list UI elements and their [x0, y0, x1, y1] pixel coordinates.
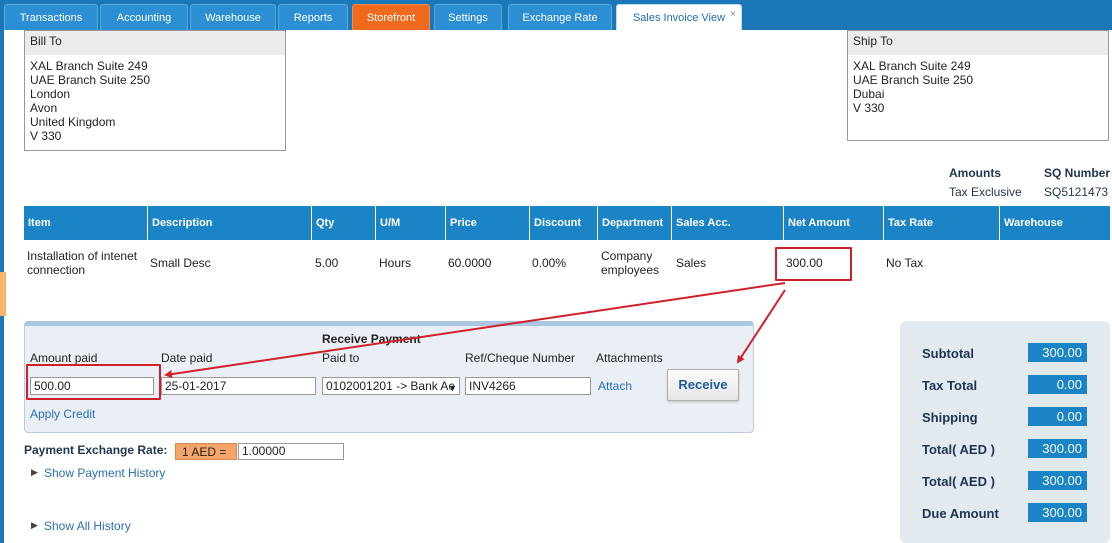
- paid-to-select[interactable]: 0102001201 -> Bank Ac ▼: [322, 377, 460, 395]
- tax-total-value: 0.00: [1028, 375, 1087, 394]
- due-amount-label: Due Amount: [922, 506, 999, 521]
- column-header-tax-rate: Tax Rate: [884, 206, 1000, 240]
- cell-description: Small Desc: [150, 256, 211, 270]
- tab-exchange-rate[interactable]: Exchange Rate: [508, 4, 612, 30]
- bill-to-title: Bill To: [25, 31, 285, 55]
- total-aed-label: Total( AED ): [922, 442, 995, 457]
- paid-to-label: Paid to: [322, 351, 360, 365]
- tab-transactions[interactable]: Transactions: [4, 4, 98, 30]
- column-header-department: Department: [598, 206, 672, 240]
- tab-reports[interactable]: Reports: [278, 4, 348, 30]
- receive-payment-title: Receive Payment: [322, 332, 421, 346]
- attachments-label: Attachments: [596, 351, 663, 365]
- date-paid-label: Date paid: [161, 351, 213, 365]
- amount-paid-label: Amount paid: [30, 351, 98, 365]
- column-header-discount: Discount: [530, 206, 598, 240]
- tab-bar: Transactions Accounting Warehouse Report…: [0, 0, 1112, 30]
- address-line: UAE Branch Suite 250: [853, 73, 974, 87]
- side-panel-handle[interactable]: [0, 272, 6, 316]
- column-header-qty: Qty: [312, 206, 376, 240]
- tab-sales-invoice-view[interactable]: Sales Invoice View ×: [616, 4, 742, 30]
- totals-panel: Subtotal 300.00 Tax Total 0.00 Shipping …: [900, 321, 1110, 543]
- column-header-warehouse: Warehouse: [1004, 217, 1063, 229]
- triangle-right-icon: ▶: [31, 467, 38, 477]
- chevron-down-icon: ▼: [448, 383, 457, 393]
- amounts-label: Amounts: [949, 166, 1001, 180]
- subtotal-value: 300.00: [1028, 343, 1087, 362]
- cell-item: Installation of intenet connection: [27, 249, 138, 277]
- ship-to-address: XAL Branch Suite 249 UAE Branch Suite 25…: [848, 55, 1108, 115]
- total-aed-value: 300.00: [1028, 439, 1087, 458]
- triangle-right-icon: ▶: [31, 520, 38, 530]
- cell-tax-rate: No Tax: [886, 256, 924, 270]
- address-line: Dubai: [853, 87, 885, 101]
- sq-number-label: SQ Number: [1044, 166, 1111, 180]
- attach-link[interactable]: Attach: [598, 379, 632, 393]
- address-line: London: [30, 87, 71, 101]
- address-line: UAE Branch Suite 250: [30, 73, 151, 87]
- column-header-description: Description: [148, 206, 312, 240]
- tab-settings[interactable]: Settings: [434, 4, 502, 30]
- total-aed-label-2: Total( AED ): [922, 474, 995, 489]
- address-line: United Kingdom: [30, 115, 116, 129]
- apply-credit-link[interactable]: Apply Credit: [30, 407, 95, 421]
- net-amount-highlight: [775, 247, 852, 281]
- tax-total-label: Tax Total: [922, 378, 978, 393]
- date-paid-input[interactable]: 25-01-2017: [161, 377, 316, 395]
- address-line: V 330: [853, 101, 885, 115]
- column-header-item: Item: [24, 206, 148, 240]
- ref-cheque-input[interactable]: INV4266: [465, 377, 591, 395]
- bill-to-address: XAL Branch Suite 249 UAE Branch Suite 25…: [25, 55, 285, 143]
- amount-paid-highlight: [26, 364, 161, 400]
- shipping-value: 0.00: [1028, 407, 1087, 426]
- receive-button[interactable]: Receive: [667, 369, 739, 401]
- column-header-um: U/M: [376, 206, 446, 240]
- tab-label: Sales Invoice View: [632, 12, 726, 24]
- tab-storefront[interactable]: Storefront: [352, 4, 430, 30]
- address-line: V 330: [30, 129, 62, 143]
- shipping-label: Shipping: [922, 410, 978, 425]
- tab-accounting[interactable]: Accounting: [100, 4, 188, 30]
- column-header-price: Price: [446, 206, 530, 240]
- address-line: Avon: [30, 101, 58, 115]
- cell-department: Company employees: [601, 249, 660, 277]
- address-line: XAL Branch Suite 249: [30, 59, 148, 73]
- cell-sales-acc: Sales: [676, 256, 707, 270]
- bill-to-box: Bill To XAL Branch Suite 249 UAE Branch …: [24, 30, 286, 151]
- show-payment-history-link[interactable]: Show Payment History: [44, 466, 165, 480]
- subtotal-label: Subtotal: [922, 346, 974, 361]
- column-header-net-amount: Net Amount: [784, 206, 884, 240]
- payment-exchange-rate-label: Payment Exchange Rate:: [24, 443, 168, 457]
- cell-qty: 5.00: [315, 256, 339, 270]
- ship-to-box: Ship To XAL Branch Suite 249 UAE Branch …: [847, 30, 1109, 141]
- sq-number-value: SQ5121473: [1044, 185, 1109, 199]
- exchange-rate-input[interactable]: 1.00000: [238, 443, 344, 460]
- items-table-header: Item Description Qty U/M Price Discount …: [24, 206, 1110, 240]
- currency-badge: 1 AED =: [175, 443, 237, 460]
- total-aed-value-2: 300.00: [1028, 471, 1087, 490]
- show-all-history-link[interactable]: Show All History: [44, 519, 131, 533]
- cell-um: Hours: [379, 256, 412, 270]
- paid-to-value: 0102001201 -> Bank Ac: [326, 379, 455, 393]
- cell-price: 60.0000: [448, 256, 492, 270]
- ship-to-title: Ship To: [848, 31, 1108, 55]
- due-amount-value: 300.00: [1028, 503, 1087, 522]
- amounts-value: Tax Exclusive: [949, 185, 1022, 199]
- column-header-sales-acc: Sales Acc.: [672, 206, 784, 240]
- cell-discount: 0.00%: [532, 256, 567, 270]
- close-icon[interactable]: ×: [730, 2, 736, 28]
- address-line: XAL Branch Suite 249: [853, 59, 971, 73]
- tab-warehouse[interactable]: Warehouse: [190, 4, 276, 30]
- sales-invoice-view: Transactions Accounting Warehouse Report…: [0, 0, 1112, 543]
- ref-cheque-label: Ref/Cheque Number: [465, 351, 576, 365]
